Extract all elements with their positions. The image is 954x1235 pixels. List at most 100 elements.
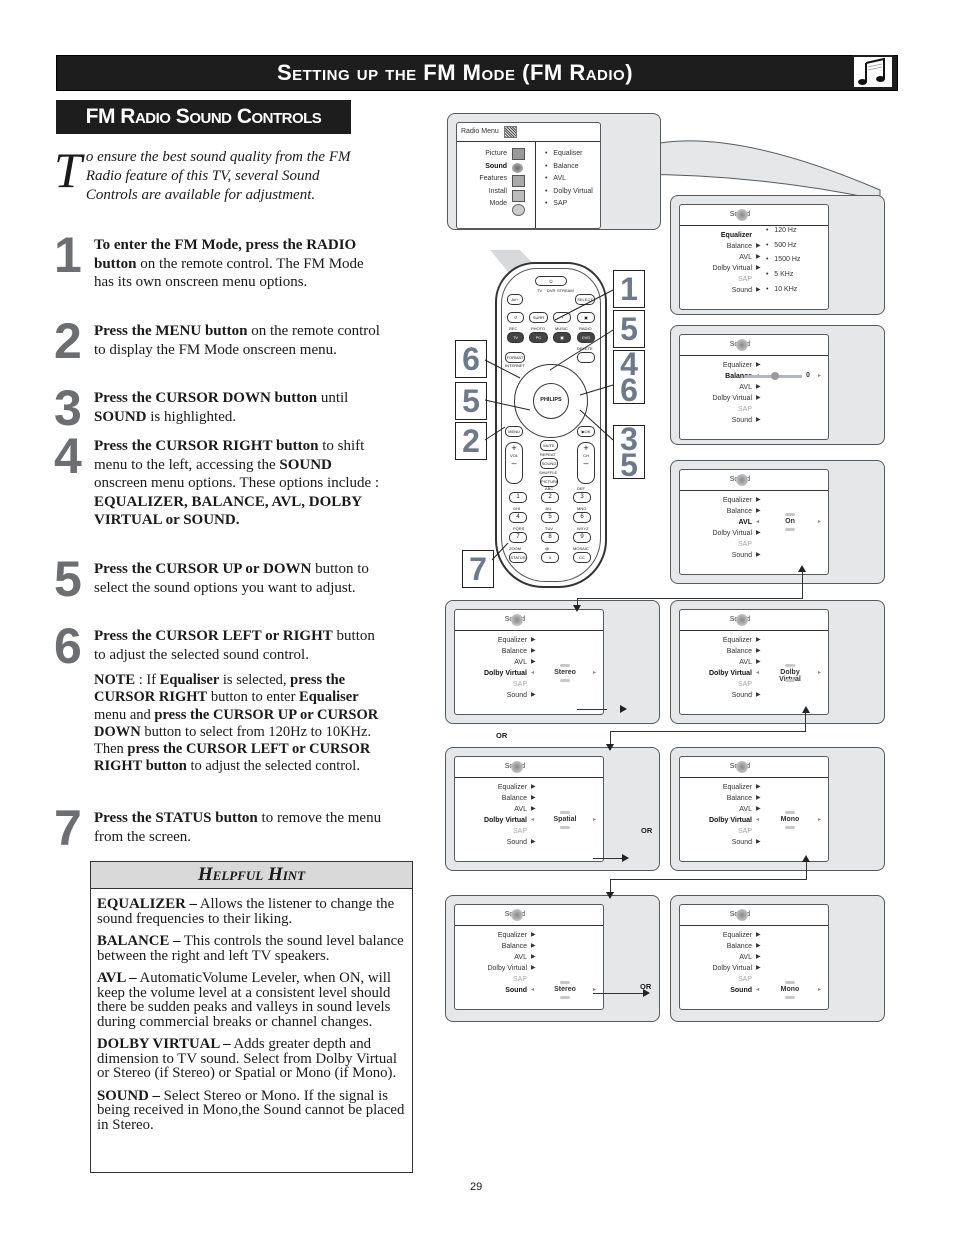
sound-menu-item[interactable]: SAP: [680, 826, 752, 837]
balance-slider-knob[interactable]: [771, 372, 779, 380]
sound-menu-panel: Sound EqualizerBalanceAVLDolby VirtualSAP…: [670, 325, 885, 445]
submenu-item[interactable]: • Dolby Virtual: [545, 188, 593, 201]
sound-menu-item[interactable]: Balance: [680, 241, 752, 252]
sound-menu-item[interactable]: Sound: [455, 837, 527, 848]
sound-menu-item[interactable]: Dolby Virtual: [680, 528, 752, 539]
menu-item-mode[interactable]: Mode: [457, 200, 507, 213]
down-arrow-icon: [785, 996, 795, 999]
setting-value: Mono: [780, 816, 800, 823]
sound-menu-item[interactable]: AVL: [680, 657, 752, 668]
step-number: 1: [54, 227, 82, 283]
sound-menu-item[interactable]: Equalizer: [680, 495, 752, 506]
sound-menu-osd: Sound EqualizerBalanceAVLDolby VirtualSAP…: [679, 204, 829, 310]
sound-menu-item[interactable]: SAP: [455, 826, 527, 837]
menu-item-picture[interactable]: Picture: [457, 150, 507, 163]
sound-menu-item[interactable]: Dolby Virtual: [680, 963, 752, 974]
sound-menu-item[interactable]: SAP: [680, 404, 752, 415]
sound-menu-item[interactable]: Sound: [680, 550, 752, 561]
sound-menu-item[interactable]: Sound: [680, 985, 752, 996]
sound-menu-item[interactable]: AVL: [680, 804, 752, 815]
sound-menu-item[interactable]: Sound: [680, 837, 752, 848]
sound-menu-item[interactable]: Sound: [680, 415, 752, 426]
note-text: is selected,: [219, 672, 291, 688]
sound-menu-item[interactable]: Dolby Virtual: [455, 963, 527, 974]
down-arrow-icon: [785, 679, 795, 682]
sound-menu-item[interactable]: Sound: [455, 690, 527, 701]
sound-menu-item[interactable]: Balance: [680, 506, 752, 517]
radio-menu-osd: Radio Menu Picture Sound Features Instal…: [456, 122, 601, 229]
right-arrow-icon: ▶: [756, 954, 761, 960]
sound-menu-item[interactable]: AVL: [680, 517, 752, 528]
sound-menu-item[interactable]: Equalizer: [455, 930, 527, 941]
sound-menu-item[interactable]: SAP: [455, 679, 527, 690]
step-number: 6: [54, 618, 82, 674]
sound-menu-item[interactable]: AVL: [680, 952, 752, 963]
submenu-item[interactable]: • Equaliser: [545, 150, 593, 163]
sound-menu-item[interactable]: AVL: [455, 657, 527, 668]
step-number: 4: [54, 428, 82, 484]
step-6: 6 Press the CURSOR LEFT or RIGHT button …: [54, 621, 384, 671]
sound-menu-item[interactable]: Equalizer: [680, 230, 752, 241]
sound-menu-item[interactable]: Balance: [680, 371, 752, 382]
balance-slider[interactable]: [744, 372, 802, 380]
sound-menu-item[interactable]: SAP: [455, 974, 527, 985]
sound-menu-item[interactable]: Balance: [680, 941, 752, 952]
sound-menu-item[interactable]: Balance: [455, 793, 527, 804]
right-arrow-icon: ▶: [756, 497, 761, 503]
sound-menu-item[interactable]: SAP: [680, 974, 752, 985]
up-arrow-icon: [560, 811, 570, 814]
eq-band[interactable]: • 1500 Hz: [766, 256, 800, 271]
sound-menu-item[interactable]: Dolby Virtual: [680, 393, 752, 404]
sound-menu-item[interactable]: Equalizer: [680, 782, 752, 793]
setting-value: Spatial: [553, 816, 577, 823]
menu-item-features[interactable]: Features: [457, 175, 507, 188]
submenu-item[interactable]: • Balance: [545, 163, 593, 176]
sound-menu-item[interactable]: Balance: [680, 646, 752, 657]
eq-band[interactable]: • 5 KHz: [766, 271, 800, 286]
menu-item-sound[interactable]: Sound: [457, 163, 507, 176]
eq-band[interactable]: • 500 Hz: [766, 242, 800, 257]
sound-menu-item[interactable]: Equalizer: [455, 782, 527, 793]
sound-icon: [736, 339, 748, 351]
sound-menu-item[interactable]: Dolby Virtual: [455, 815, 527, 826]
sound-menu-item[interactable]: SAP: [680, 679, 752, 690]
sound-menu-item[interactable]: AVL: [680, 252, 752, 263]
sound-menu-item[interactable]: Equalizer: [680, 635, 752, 646]
radio-menu-title: Radio Menu: [461, 128, 499, 135]
submenu-label: Balance: [553, 162, 579, 170]
sound-menu-item[interactable]: Dolby Virtual: [680, 668, 752, 679]
sound-menu-item[interactable]: AVL: [455, 804, 527, 815]
right-arrow-icon: ▶: [531, 839, 536, 845]
eq-band[interactable]: • 10 KHz: [766, 286, 800, 301]
sound-menu-osd: Sound EqualizerBalanceAVLDolby VirtualSAP…: [679, 904, 829, 1010]
sound-menu-item[interactable]: Balance: [455, 941, 527, 952]
sound-menu-item[interactable]: SAP: [680, 274, 752, 285]
submenu-item[interactable]: • AVL: [545, 175, 593, 188]
sound-menu-item[interactable]: Dolby Virtual: [455, 668, 527, 679]
sound-menu-item[interactable]: SAP: [680, 539, 752, 550]
right-arrow-icon: ▶: [756, 243, 761, 249]
step-bold: Press the CURSOR RIGHT button: [94, 438, 319, 454]
submenu-item[interactable]: • SAP: [545, 200, 593, 213]
sound-menu-item[interactable]: Sound: [680, 285, 752, 296]
sound-menu-item[interactable]: Equalizer: [680, 930, 752, 941]
right-arrow-icon: ▶: [756, 508, 761, 514]
sound-menu-item[interactable]: Balance: [455, 646, 527, 657]
sound-menu-item[interactable]: AVL: [455, 952, 527, 963]
sound-menu-item[interactable]: Balance: [680, 793, 752, 804]
sound-menu-item[interactable]: AVL: [680, 382, 752, 393]
sound-menu-item[interactable]: Sound: [680, 690, 752, 701]
sound-menu-item[interactable]: Dolby Virtual: [680, 263, 752, 274]
sound-icon: [511, 614, 523, 626]
sound-menu-item[interactable]: Sound: [455, 985, 527, 996]
sound-icon: [511, 909, 523, 921]
submenu-label: Dolby Virtual: [553, 187, 593, 195]
right-arrow-icon: [756, 974, 761, 985]
sound-menu-item[interactable]: Equalizer: [680, 360, 752, 371]
sound-menu-item[interactable]: Dolby Virtual: [680, 815, 752, 826]
eq-band[interactable]: • 120 Hz: [766, 227, 800, 242]
menu-item-install[interactable]: Install: [457, 188, 507, 201]
sound-menu-item[interactable]: Equalizer: [455, 635, 527, 646]
note-text: : If: [135, 672, 160, 688]
arrowhead-icon: [798, 565, 806, 572]
